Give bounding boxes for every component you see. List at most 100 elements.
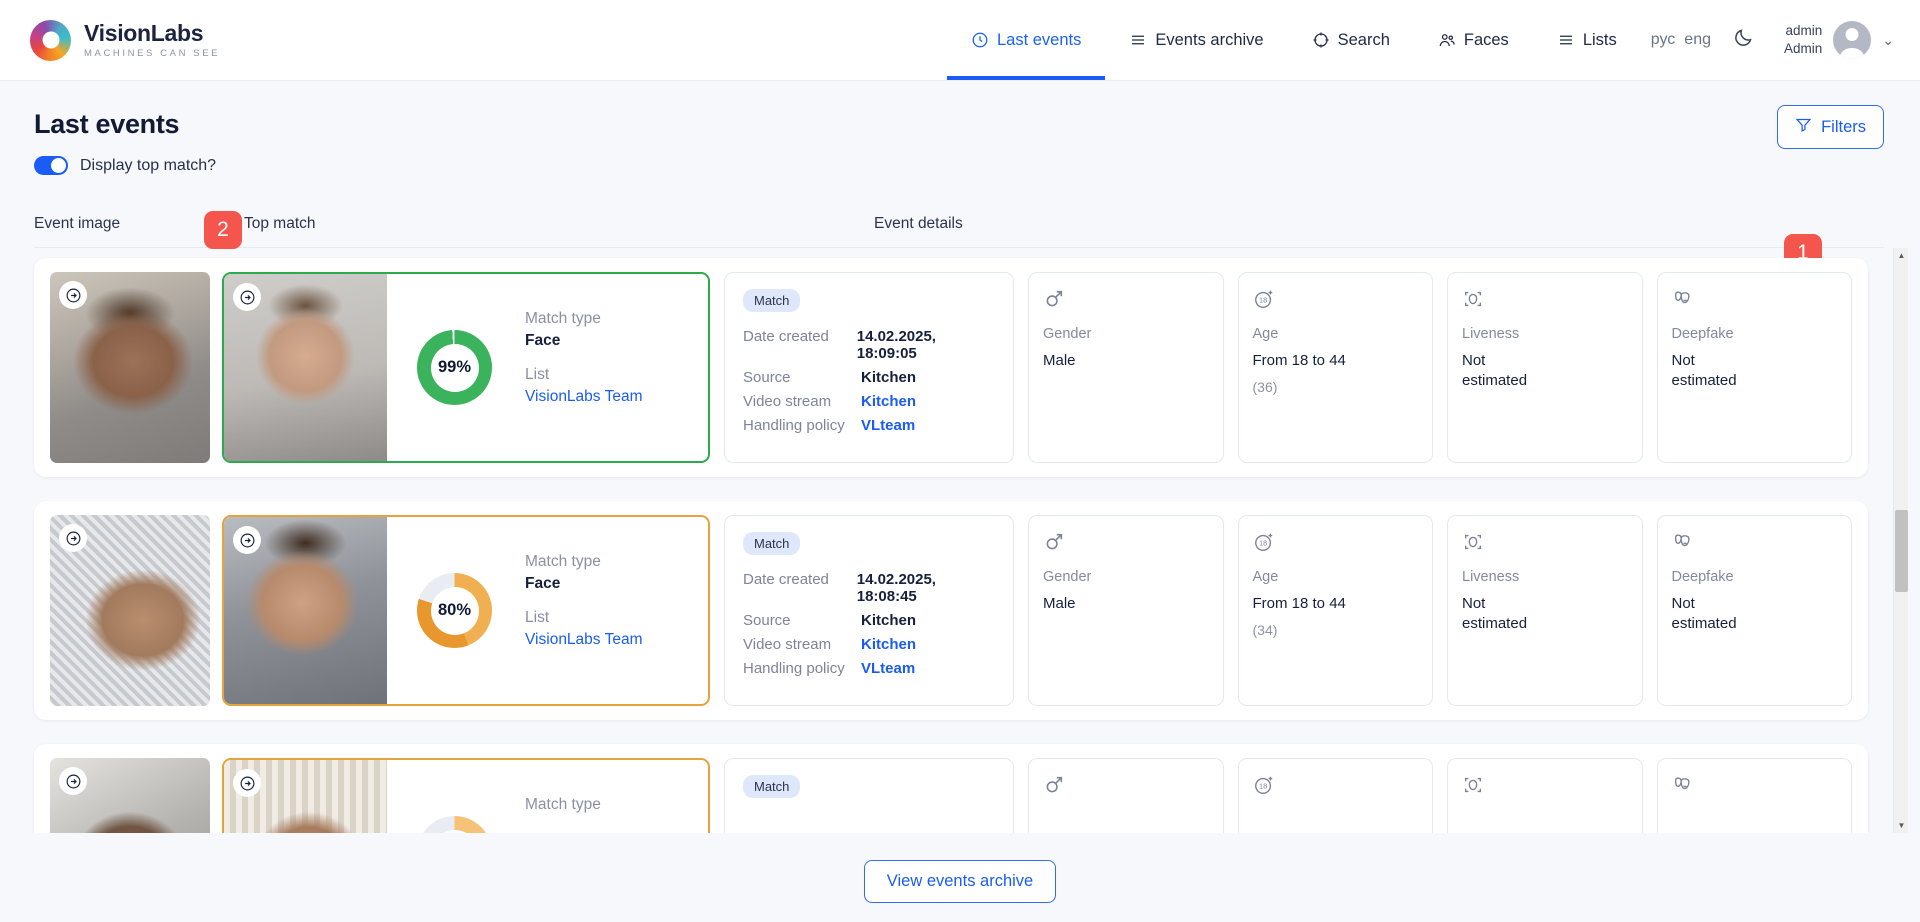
table-row[interactable]: Match type Match 18 <box>34 744 1868 833</box>
nav-item-last-events[interactable]: Last events <box>946 0 1106 80</box>
attribute-card-deepfake: Deepfake Not estimated <box>1656 272 1852 463</box>
detail-label: Handling policy <box>743 660 845 677</box>
nav-label: Search <box>1337 30 1390 49</box>
target-icon <box>1312 31 1330 49</box>
theater-masks-icon <box>1672 531 1838 561</box>
open-event-arrow-icon[interactable] <box>59 281 87 309</box>
detail-label: Date created <box>743 328 829 345</box>
brand-name: VisionLabs <box>84 20 204 47</box>
match-score-chart-wrap <box>387 760 492 833</box>
match-type-label: Match type <box>525 310 601 327</box>
attribute-value: Male <box>1043 595 1076 612</box>
attribute-label: Age <box>1252 569 1279 585</box>
filters-button[interactable]: Filters <box>1777 105 1884 149</box>
open-match-arrow-icon[interactable] <box>233 769 261 797</box>
open-match-arrow-icon[interactable] <box>233 526 261 554</box>
clock-icon <box>971 31 989 49</box>
match-score-chart-wrap: 80% <box>387 517 492 704</box>
scroll-down-arrow-icon[interactable]: ▼ <box>1894 818 1909 833</box>
scroll-up-arrow-icon[interactable]: ▲ <box>1894 248 1909 263</box>
event-details-card: Match <box>724 758 1014 833</box>
nav-item-events-archive[interactable]: Events archive <box>1105 0 1287 80</box>
column-headers: Event image Top match Event details <box>34 193 1884 248</box>
lang-ru-button[interactable]: рус <box>1651 31 1676 49</box>
funnel-icon <box>1795 116 1812 138</box>
top-match-card[interactable]: 99% Match type Face List VisionLabs Team <box>222 272 710 463</box>
attribute-cards: Gender Male 18 Age From 18 to 44 (34) Li… <box>1028 515 1852 706</box>
top-match-card[interactable]: Match type <box>222 758 710 833</box>
chevron-down-icon: ⌄ <box>1882 31 1894 48</box>
open-event-arrow-icon[interactable] <box>59 767 87 795</box>
open-match-arrow-icon[interactable] <box>233 283 261 311</box>
match-score-donut <box>417 816 492 833</box>
match-score-value: 80% <box>437 601 472 619</box>
theater-masks-icon <box>1672 774 1838 804</box>
match-info: Match type Face List VisionLabs Team <box>492 517 642 704</box>
open-event-arrow-icon[interactable] <box>59 524 87 552</box>
attribute-label: Liveness <box>1462 569 1520 585</box>
liveness-face-icon <box>1462 288 1628 318</box>
page-header: Last events Display top match? Filters 1… <box>0 81 1920 272</box>
attribute-card-liveness: Liveness Not estimated <box>1447 272 1643 463</box>
footer-bar: View events archive <box>0 840 1920 922</box>
list-icon <box>1129 31 1147 49</box>
detail-value-link[interactable]: Kitchen <box>861 636 916 653</box>
event-image-thumbnail[interactable] <box>50 272 210 463</box>
table-row[interactable]: 80% Match type Face List VisionLabs Team… <box>34 501 1868 720</box>
people-icon <box>1438 31 1456 49</box>
detail-video-stream: Video stream Kitchen <box>743 636 995 653</box>
user-info: admin Admin <box>1784 22 1822 58</box>
moon-icon <box>1733 27 1754 53</box>
brand-logo[interactable]: VisionLabs MACHINES CAN SEE <box>0 19 220 61</box>
detail-handling-policy: Handling policy VLteam <box>743 417 995 434</box>
attribute-value: From 18 to 44 <box>1252 352 1346 369</box>
nav-label: Last events <box>996 30 1082 49</box>
annotation-badge-2: 2 <box>204 211 242 249</box>
event-image-thumbnail[interactable] <box>50 758 210 833</box>
lang-en-button[interactable]: eng <box>1684 31 1711 49</box>
view-events-archive-button[interactable]: View events archive <box>863 859 1057 903</box>
scrollbar-thumb[interactable] <box>1895 510 1908 592</box>
age-18-plus-icon: 18 <box>1253 288 1419 318</box>
nav-item-search[interactable]: Search <box>1288 0 1414 80</box>
event-image-thumbnail[interactable] <box>50 515 210 706</box>
table-row[interactable]: 99% Match type Face List VisionLabs Team… <box>34 258 1868 477</box>
detail-value: 14.02.2025, 18:08:45 <box>856 571 936 605</box>
events-scrollbar[interactable]: ▲ ▼ <box>1893 248 1908 833</box>
page-title: Last events <box>34 109 180 139</box>
match-info: Match type Face List VisionLabs Team <box>492 274 642 461</box>
match-score-value: 99% <box>437 358 472 376</box>
match-type-value: Face <box>525 575 561 592</box>
nav-item-faces[interactable]: Faces <box>1414 0 1533 80</box>
column-header-event-details: Event details <box>874 215 963 232</box>
user-menu[interactable]: admin Admin ⌄ <box>1784 21 1894 59</box>
gender-male-icon <box>1043 531 1209 561</box>
attribute-exact-age: (36) <box>1252 378 1278 395</box>
attribute-value: Not estimated <box>1462 595 1528 632</box>
display-top-match-toggle[interactable] <box>34 156 68 175</box>
match-score-chart-wrap: 99% <box>387 274 492 461</box>
language-switcher: рус eng <box>1651 31 1711 49</box>
match-face-thumbnail[interactable] <box>224 274 387 461</box>
theme-toggle-button[interactable] <box>1733 27 1754 53</box>
events-list: 99% Match type Face List VisionLabs Team… <box>0 248 1920 833</box>
attribute-card-gender: Gender Male <box>1028 515 1224 706</box>
detail-value-link[interactable]: VLteam <box>861 417 915 434</box>
attribute-cards: Gender Male 18 Age From 18 to 44 (36) Li… <box>1028 272 1852 463</box>
attribute-cards: 18 <box>1028 758 1852 833</box>
detail-value-link[interactable]: Kitchen <box>861 393 916 410</box>
list-link[interactable]: VisionLabs Team <box>525 631 642 649</box>
detail-label: Date created <box>743 571 829 588</box>
match-type-label: Match type <box>525 553 601 570</box>
match-face-thumbnail[interactable] <box>224 517 387 704</box>
main-nav: Last events Events archive Search Faces … <box>946 0 1920 80</box>
attribute-card-age: 18 Age From 18 to 44 (36) <box>1237 272 1433 463</box>
detail-value-link[interactable]: VLteam <box>861 660 915 677</box>
list-link[interactable]: VisionLabs Team <box>525 388 642 406</box>
list-label: List <box>525 609 550 626</box>
liveness-face-icon <box>1462 531 1628 561</box>
match-face-thumbnail[interactable] <box>224 760 387 833</box>
top-match-card[interactable]: 80% Match type Face List VisionLabs Team <box>222 515 710 706</box>
nav-item-lists[interactable]: Lists <box>1533 0 1641 80</box>
detail-value: Kitchen <box>861 369 917 386</box>
